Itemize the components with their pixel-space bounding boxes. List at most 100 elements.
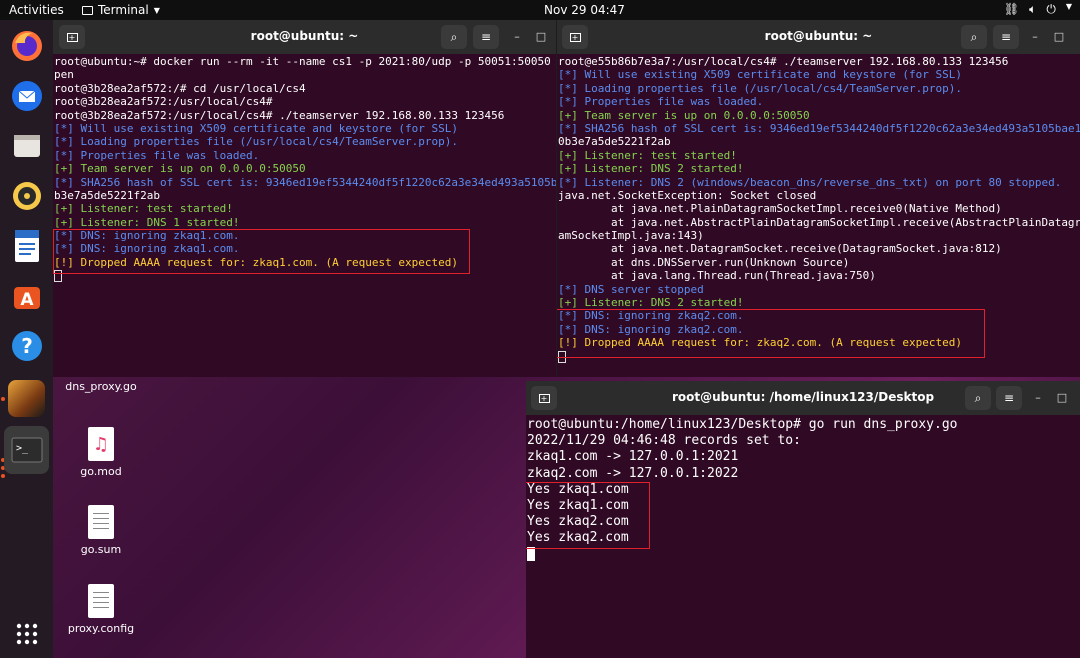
- desktop-icon-go-mod[interactable]: ♫ go.mod: [56, 427, 146, 478]
- app-menu[interactable]: Terminal ▼: [82, 3, 160, 17]
- line-text: Properties file was loaded.: [577, 95, 764, 109]
- terminal-line: root@3b28ea2af572:/# cd /usr/local/cs4: [54, 82, 556, 95]
- maximize-button[interactable]: □: [1054, 390, 1070, 406]
- rhythmbox-icon[interactable]: [8, 177, 45, 214]
- line-text: SHA256 hash of SSL cert is: 9346ed19ef53…: [577, 121, 1080, 135]
- terminal-line: at java.net.DatagramSocket.receive(Datag…: [558, 242, 1080, 255]
- terminal-window-3[interactable]: + root@ubuntu: /home/linux123/Desktop ⌕ …: [526, 381, 1080, 658]
- system-tray[interactable]: ⛓ 🔈︎ ⏻ ▼: [1004, 2, 1072, 17]
- minimize-button[interactable]: –: [509, 29, 525, 45]
- desktop-icon-dns-proxy-go[interactable]: dns_proxy.go: [56, 380, 146, 393]
- terminal-line: [*] SHA256 hash of SSL cert is: 9346ed19…: [54, 176, 556, 189]
- terminal-line: 2022/11/29 04:46:48 records set to:: [527, 433, 1080, 449]
- status-prefix: [*]: [558, 175, 578, 189]
- help-icon[interactable]: ?: [8, 327, 45, 364]
- svg-text:A: A: [20, 290, 34, 310]
- files-icon[interactable]: [8, 127, 45, 164]
- highlight-box: [53, 229, 470, 274]
- terminal-line: [+] Team server is up on 0.0.0.0:50050: [558, 109, 1080, 122]
- power-icon: ⏻: [1046, 2, 1056, 16]
- maximize-button[interactable]: □: [1051, 29, 1067, 45]
- search-button[interactable]: ⌕: [961, 25, 987, 49]
- search-button[interactable]: ⌕: [441, 25, 467, 49]
- desktop-icon-label: dns_proxy.go: [65, 380, 137, 393]
- line-text: Listener: DNS 2 (windows/beacon_dns/reve…: [577, 175, 1062, 189]
- firefox-icon[interactable]: [8, 27, 45, 64]
- terminal-line: root@e55b86b7e3a7:/usr/local/cs4# ./team…: [558, 55, 1080, 68]
- terminal-line: at java.lang.Thread.run(Thread.java:750): [558, 269, 1080, 282]
- terminal-line: java.net.SocketException: Socket closed: [558, 189, 1080, 202]
- maximize-button[interactable]: □: [533, 29, 549, 45]
- title-bar[interactable]: + root@ubuntu: /home/linux123/Desktop ⌕ …: [526, 381, 1080, 415]
- status-prefix: [+]: [54, 202, 74, 216]
- menu-button[interactable]: ≡: [473, 25, 499, 49]
- terminal-line: [+] Listener: test started!: [558, 149, 1080, 162]
- text-file-icon: [88, 584, 114, 618]
- status-prefix: [*]: [558, 81, 578, 95]
- desktop-icon-label: proxy.config: [67, 622, 135, 635]
- title-bar[interactable]: + root@ubuntu: ~ ⌕ ≡ – □: [53, 20, 556, 54]
- menu-button[interactable]: ≡: [996, 386, 1022, 410]
- line-text: root@3b28ea2af572:/usr/local/cs4#: [54, 95, 273, 109]
- terminal-window-1[interactable]: + root@ubuntu: ~ ⌕ ≡ – □ root@ubuntu:~# …: [53, 20, 556, 377]
- terminal-line: [*] SHA256 hash of SSL cert is: 9346ed19…: [558, 122, 1080, 135]
- line-text: 0b3e7a5de5221f2ab: [558, 135, 671, 149]
- activities-button[interactable]: Activities: [9, 3, 64, 17]
- status-prefix: [*]: [54, 175, 74, 189]
- line-text: at java.lang.Thread.run(Thread.java:750): [558, 269, 876, 283]
- dock: A ? >_: [0, 20, 53, 658]
- terminal-line: root@ubuntu:/home/linux123/Desktop# go r…: [527, 417, 1080, 433]
- minimize-button[interactable]: –: [1027, 29, 1043, 45]
- thunderbird-icon[interactable]: [8, 77, 45, 114]
- hamburger-icon: ≡: [1003, 391, 1015, 405]
- svg-text:?: ?: [21, 334, 33, 358]
- terminal-line: zkaq1.com -> 127.0.0.1:2021: [527, 449, 1080, 465]
- highlight-box: [557, 309, 985, 358]
- show-apps-icon[interactable]: [8, 615, 45, 652]
- desktop-icon-go-sum[interactable]: go.sum: [56, 505, 146, 556]
- terminal-line: 0b3e7a5de5221f2ab: [558, 135, 1080, 148]
- line-text: zkaq2.com -> 127.0.0.1:2022: [527, 465, 739, 481]
- search-button[interactable]: ⌕: [965, 386, 991, 410]
- terminal-line: [*] Listener: DNS 2 (windows/beacon_dns/…: [558, 176, 1080, 189]
- terminal-line: b3e7a5de5221f2ab: [54, 189, 556, 202]
- line-text: Will use existing X509 certificate and k…: [577, 68, 962, 82]
- terminal-line: [+] Listener: DNS 1 started!: [54, 216, 556, 229]
- menu-button[interactable]: ≡: [993, 25, 1019, 49]
- terminal-line: [*] Properties file was loaded.: [558, 95, 1080, 108]
- chevron-down-icon: ▼: [1065, 2, 1072, 11]
- minimize-button[interactable]: –: [1030, 390, 1046, 406]
- line-text: Team server is up on 0.0.0.0:50050: [577, 108, 810, 122]
- avatar-icon[interactable]: [8, 380, 45, 417]
- status-prefix: [+]: [558, 162, 578, 176]
- desktop-icon-proxy-config[interactable]: proxy.config: [56, 584, 146, 635]
- line-text: Properties file was loaded.: [73, 148, 260, 162]
- terminal-window-2[interactable]: + root@ubuntu: ~ ⌕ ≡ – □ root@e55b86b7e3…: [556, 20, 1080, 377]
- terminal-output[interactable]: root@ubuntu:~# docker run --rm -it --nam…: [53, 55, 556, 377]
- status-prefix: [+]: [558, 296, 578, 310]
- volume-icon: 🔈︎: [1029, 2, 1037, 16]
- terminal-line: [*] Properties file was loaded.: [54, 149, 556, 162]
- software-icon[interactable]: A: [8, 277, 45, 314]
- terminal-line: root@3b28ea2af572:/usr/local/cs4#: [54, 95, 556, 108]
- line-text: java.net.SocketException: Socket closed: [558, 188, 817, 202]
- terminal-line: [*] Will use existing X509 certificate a…: [558, 68, 1080, 81]
- line-text: Loading properties file (/usr/local/cs4/…: [73, 135, 458, 149]
- line-text: root@ubuntu:/home/linux123/Desktop# go r…: [527, 417, 958, 432]
- line-text: b3e7a5de5221f2ab: [54, 188, 160, 202]
- terminal-line: [*] Will use existing X509 certificate a…: [54, 122, 556, 135]
- search-icon: ⌕: [450, 29, 458, 44]
- writer-icon[interactable]: [8, 227, 45, 264]
- line-text: Listener: DNS 2 started!: [577, 296, 744, 310]
- status-prefix: [+]: [54, 215, 74, 229]
- status-prefix: [+]: [54, 162, 74, 176]
- clock[interactable]: Nov 29 04:47: [544, 3, 625, 17]
- title-bar[interactable]: + root@ubuntu: ~ ⌕ ≡ – □: [557, 20, 1080, 54]
- terminal-line: root@ubuntu:~# docker run --rm -it --nam…: [54, 55, 556, 68]
- line-text: Listener: test started!: [73, 202, 233, 216]
- running-indicator: [1, 474, 5, 478]
- terminal-icon[interactable]: >_: [4, 426, 49, 474]
- desktop-icon-label: go.sum: [80, 543, 122, 556]
- search-icon: ⌕: [970, 29, 978, 44]
- status-prefix: [*]: [558, 95, 578, 109]
